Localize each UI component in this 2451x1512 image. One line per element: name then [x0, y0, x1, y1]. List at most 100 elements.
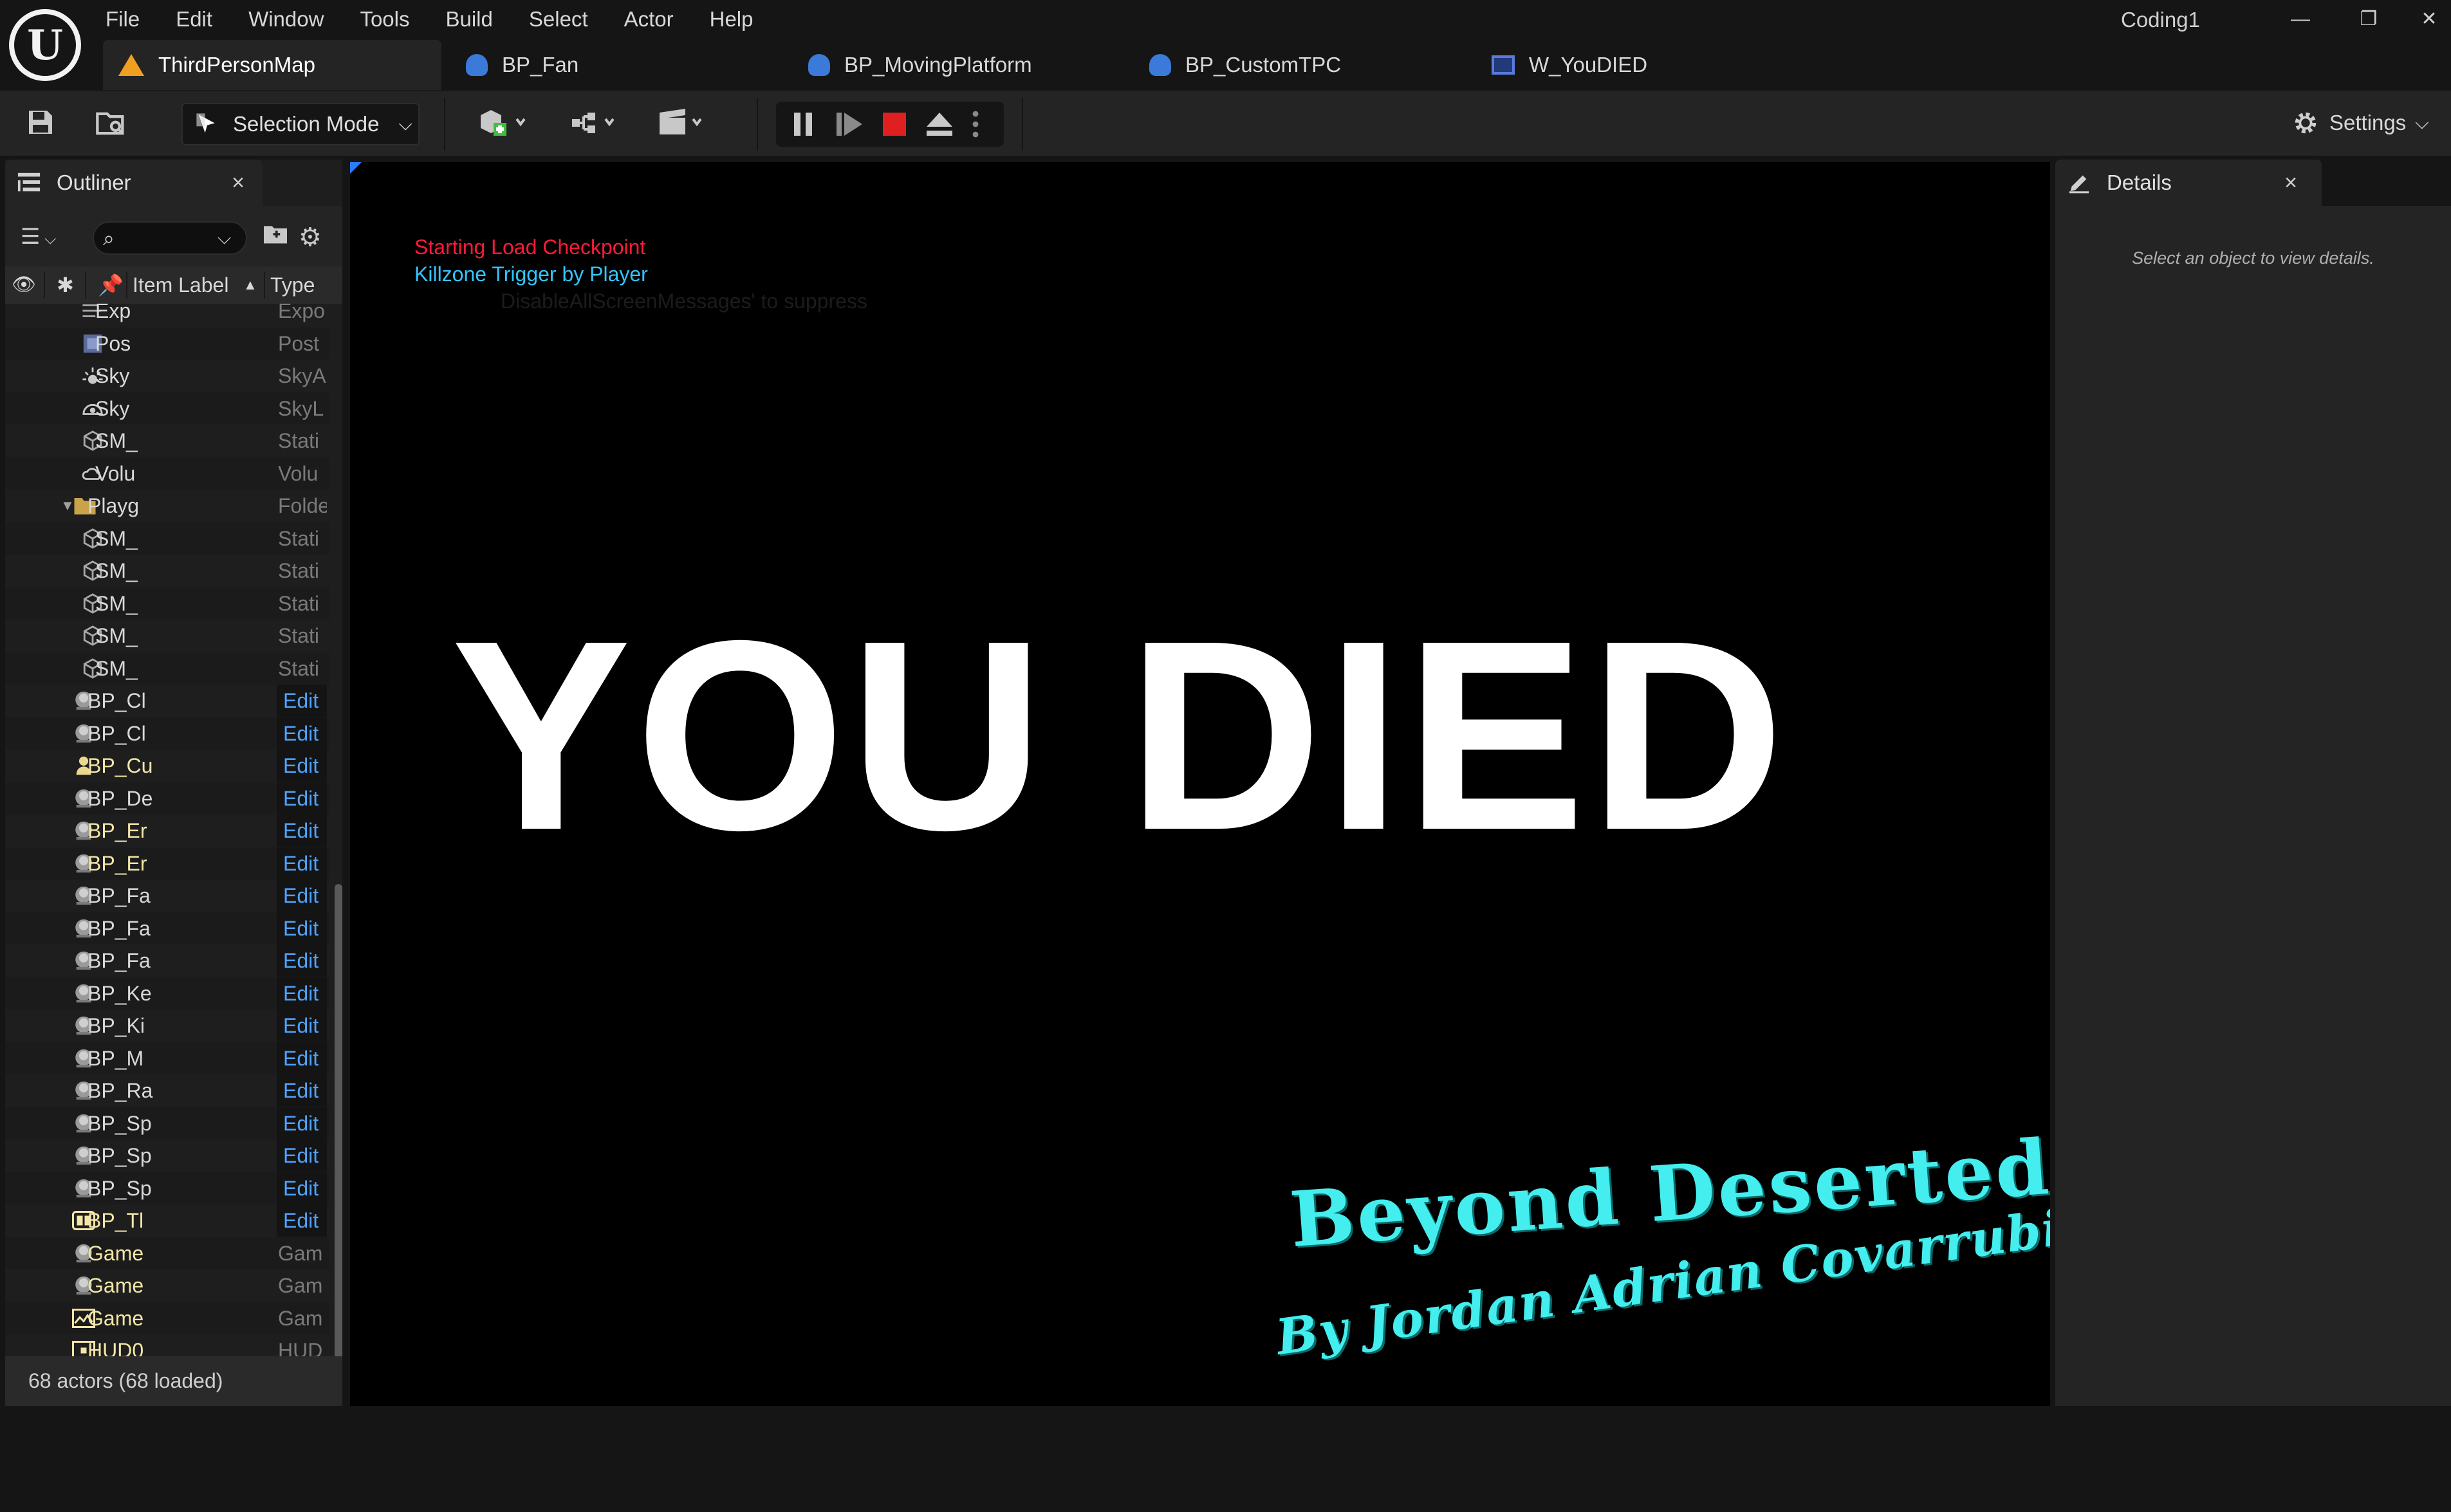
- menu-tools[interactable]: Tools: [342, 4, 427, 35]
- outliner-row[interactable]: SM_ Stati: [5, 652, 329, 685]
- edit-blueprint-link[interactable]: Edit: [277, 977, 327, 1010]
- chevron-down-icon[interactable]: ⌵: [217, 228, 231, 249]
- settings-button[interactable]: Settings ⌵: [2291, 108, 2428, 138]
- edit-blueprint-link[interactable]: Edit: [277, 1042, 327, 1074]
- edit-blueprint-link[interactable]: Edit: [277, 1139, 327, 1172]
- outliner-row[interactable]: BP_Cu Edit: [5, 750, 329, 782]
- restore-button[interactable]: ❐: [2340, 4, 2398, 35]
- outliner-row[interactable]: SM_ Stati: [5, 522, 329, 555]
- tab-thirdpersonmap[interactable]: ThirdPersonMap: [103, 40, 441, 90]
- edit-blueprint-link[interactable]: Edit: [277, 880, 327, 912]
- cinematics-icon[interactable]: [654, 107, 712, 142]
- pin-column-icon[interactable]: 📌: [98, 266, 124, 304]
- item-label-column[interactable]: Item Label: [133, 266, 228, 304]
- outliner-row[interactable]: SM_ Stati: [5, 425, 329, 457]
- level-viewport[interactable]: Starting Load Checkpoint Killzone Trigge…: [350, 162, 2050, 1406]
- outliner-scrollbar[interactable]: [335, 884, 342, 1373]
- outliner-row[interactable]: BP_Fa Edit: [5, 880, 329, 912]
- edit-blueprint-link[interactable]: Edit: [277, 750, 327, 782]
- edit-blueprint-link[interactable]: Edit: [277, 847, 327, 880]
- outliner-row[interactable]: BP_Fa Edit: [5, 945, 329, 977]
- outliner-row[interactable]: ▼ Playg Folde: [5, 490, 329, 522]
- outliner-row[interactable]: BP_Sp Edit: [5, 1139, 329, 1172]
- save-icon[interactable]: [23, 107, 58, 142]
- selection-mode-dropdown[interactable]: Selection Mode ⌵: [181, 103, 420, 145]
- outliner-row[interactable]: BP_Ki Edit: [5, 1010, 329, 1042]
- edit-blueprint-link[interactable]: Edit: [277, 1204, 327, 1237]
- type-column[interactable]: Type: [270, 266, 315, 304]
- eject-button[interactable]: [921, 108, 957, 140]
- outliner-row[interactable]: Game Gam: [5, 1237, 329, 1269]
- unreal-logo-icon[interactable]: U: [9, 9, 81, 81]
- menu-build[interactable]: Build: [427, 4, 510, 35]
- menu-window[interactable]: Window: [230, 4, 342, 35]
- close-window-button[interactable]: ✕: [2400, 4, 2451, 35]
- outliner-search[interactable]: ⌕ ⌵: [93, 221, 247, 255]
- close-icon[interactable]: ×: [224, 169, 252, 197]
- tab-label: ThirdPersonMap: [158, 53, 315, 77]
- stop-button[interactable]: [876, 108, 912, 140]
- edit-blueprint-link[interactable]: Edit: [277, 685, 327, 717]
- tab-bp-customtpc[interactable]: BP_CustomTPC: [1134, 40, 1341, 90]
- outliner-row[interactable]: SM_ Stati: [5, 555, 329, 587]
- outliner-row[interactable]: SM_ Stati: [5, 620, 329, 652]
- edit-blueprint-link[interactable]: Edit: [277, 912, 327, 945]
- row-label: SM_: [95, 527, 138, 550]
- edit-blueprint-link[interactable]: Edit: [277, 782, 327, 815]
- outliner-row[interactable]: BP_Cl Edit: [5, 717, 329, 750]
- pause-button[interactable]: [785, 108, 821, 140]
- outliner-row[interactable]: Sky SkyL: [5, 392, 329, 425]
- menu-help[interactable]: Help: [692, 4, 772, 35]
- edit-blueprint-link[interactable]: Edit: [277, 1172, 327, 1204]
- outliner-row[interactable]: BP_Sp Edit: [5, 1172, 329, 1204]
- chevron-down-icon: ⌵: [398, 113, 412, 134]
- toolbar-divider: [1022, 98, 1023, 151]
- outliner-row[interactable]: Game Gam: [5, 1302, 329, 1334]
- edit-blueprint-link[interactable]: Edit: [277, 945, 327, 977]
- expand-arrow-icon[interactable]: ▼: [60, 490, 75, 522]
- outliner-row[interactable]: Game Gam: [5, 1269, 329, 1302]
- filter-icon[interactable]: ☰ ⌵: [21, 224, 56, 250]
- menu-edit[interactable]: Edit: [158, 4, 230, 35]
- menu-select[interactable]: Select: [511, 4, 606, 35]
- outliner-row[interactable]: BP_Sp Edit: [5, 1107, 329, 1139]
- edit-blueprint-link[interactable]: Edit: [277, 1010, 327, 1042]
- tab-bp-movingplatform[interactable]: BP_MovingPlatform: [793, 40, 1032, 90]
- add-actor-icon[interactable]: [475, 107, 533, 142]
- row-label: BP_Cl: [88, 722, 146, 745]
- outliner-row[interactable]: Volu Volu: [5, 457, 329, 490]
- frame-skip-button[interactable]: [831, 108, 867, 140]
- outliner-row[interactable]: BP_Er Edit: [5, 815, 329, 847]
- visibility-column-icon[interactable]: 👁: [12, 266, 36, 304]
- search-input[interactable]: [133, 226, 210, 251]
- outliner-row[interactable]: BP_Cl Edit: [5, 685, 329, 717]
- tab-bp-fan[interactable]: BP_Fan: [450, 40, 578, 90]
- outliner-row[interactable]: BP_Ke Edit: [5, 977, 329, 1010]
- edit-blueprint-link[interactable]: Edit: [277, 1074, 327, 1107]
- favorite-column-icon[interactable]: ✱: [57, 266, 74, 304]
- row-type: Stati: [278, 592, 320, 615]
- edit-blueprint-link[interactable]: Edit: [277, 717, 327, 750]
- outliner-row[interactable]: BP_Ra Edit: [5, 1074, 329, 1107]
- edit-blueprint-link[interactable]: Edit: [277, 815, 327, 847]
- new-folder-icon[interactable]: [263, 223, 288, 252]
- close-icon[interactable]: ×: [2277, 169, 2305, 197]
- outliner-row[interactable]: BP_Er Edit: [5, 847, 329, 880]
- outliner-row[interactable]: BP_Fa Edit: [5, 912, 329, 945]
- outliner-row[interactable]: BP_M Edit: [5, 1042, 329, 1074]
- menu-file[interactable]: File: [106, 4, 158, 35]
- play-options-icon[interactable]: [963, 108, 988, 140]
- outliner-row[interactable]: Sky SkyA: [5, 360, 329, 392]
- blueprint-menu-icon[interactable]: [566, 107, 624, 142]
- outliner-row[interactable]: BP_De Edit: [5, 782, 329, 815]
- tab-w-youdied[interactable]: W_YouDIED: [1476, 40, 1647, 90]
- outliner-row[interactable]: SM_ Stati: [5, 587, 329, 620]
- content-browser-icon[interactable]: [94, 107, 129, 142]
- outliner-row[interactable]: Pos Post: [5, 327, 329, 360]
- outliner-row[interactable]: BP_Tl Edit: [5, 1204, 329, 1237]
- menu-actor[interactable]: Actor: [606, 4, 692, 35]
- gear-icon[interactable]: ⚙: [299, 223, 322, 252]
- edit-blueprint-link[interactable]: Edit: [277, 1107, 327, 1139]
- minimize-button[interactable]: —: [2271, 4, 2329, 35]
- outliner-row[interactable]: Exp Expo: [5, 304, 329, 327]
